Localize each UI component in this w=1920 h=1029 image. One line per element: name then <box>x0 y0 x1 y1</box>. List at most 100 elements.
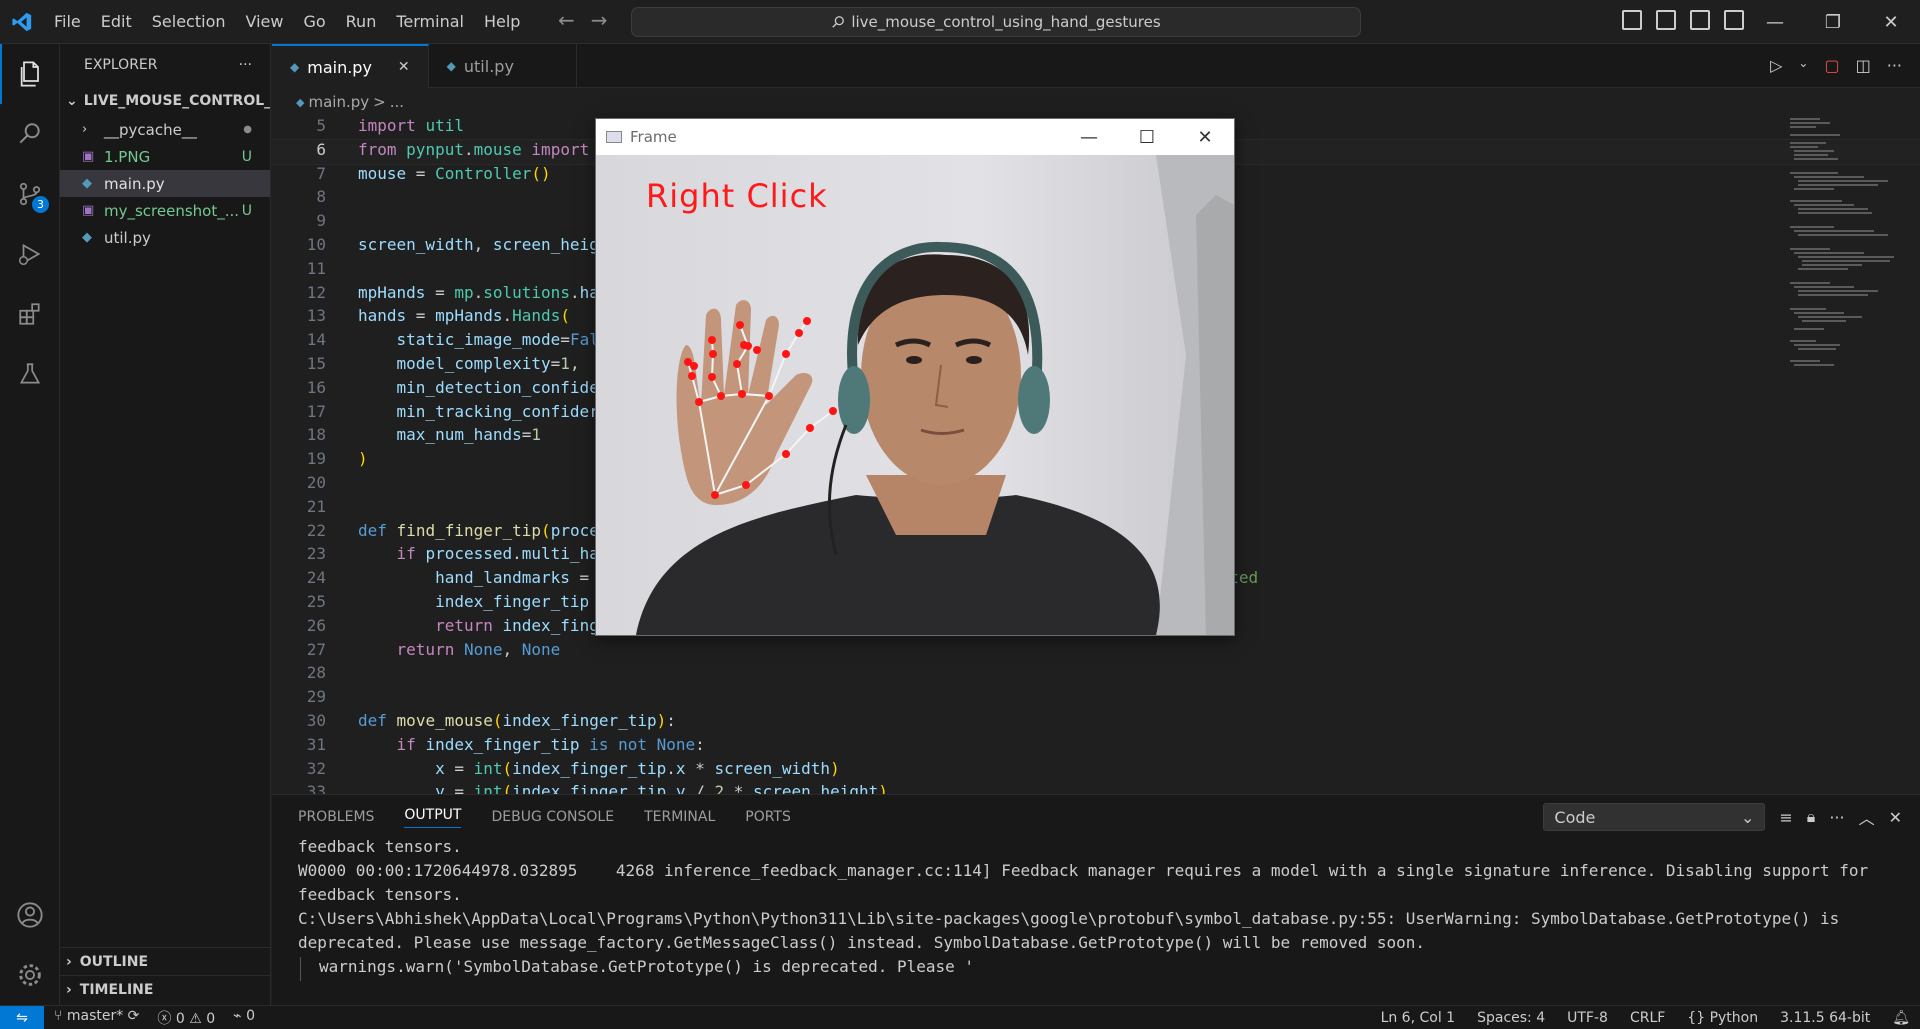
stop-icon[interactable]: ▢ <box>1824 56 1839 75</box>
run-dropdown-chevron-icon[interactable]: ⌄ <box>1798 56 1808 75</box>
output-line: deprecated. Please use message_factory.G… <box>298 933 1426 952</box>
code-line: 28 <box>306 663 326 683</box>
run-debug-icon[interactable] <box>0 224 60 284</box>
ports-indicator[interactable]: ⌁ 0 <box>233 1008 255 1028</box>
python-file-icon: ◆ <box>296 95 305 109</box>
menu-run[interactable]: Run <box>336 0 387 44</box>
menu-edit[interactable]: Edit <box>91 0 142 44</box>
language-mode[interactable]: {} Python <box>1687 1010 1758 1026</box>
customize-layout-icon[interactable] <box>1724 10 1744 30</box>
python-interpreter[interactable]: 3.11.5 64-bit <box>1780 1010 1870 1026</box>
python-file-icon: ◆ <box>290 60 300 74</box>
code-line: 32 x = int(index_finger_tip.x * screen_w… <box>306 758 840 778</box>
notifications-bell-icon[interactable]: 🔔︎ <box>1892 1010 1910 1026</box>
output-line: feedback tensors. <box>298 885 462 904</box>
minimize-icon[interactable]: — <box>1060 119 1118 155</box>
maximize-panel-icon[interactable]: ︿ <box>1859 805 1875 829</box>
file-item-pycache[interactable]: › __pycache__ ● <box>60 116 270 143</box>
file-label: my_screenshot_... <box>104 201 240 220</box>
webcam-video-feed: Right Click <box>596 155 1234 635</box>
more-actions-icon[interactable]: ··· <box>1887 56 1902 75</box>
clear-output-icon[interactable]: ≡ <box>1779 808 1792 827</box>
more-actions-icon[interactable]: ··· <box>239 57 252 73</box>
frame-title-bar[interactable]: Frame — ☐ ✕ <box>596 119 1234 155</box>
close-icon[interactable]: ✕ <box>1176 119 1234 155</box>
explorer-title: EXPLORER <box>84 57 158 73</box>
restore-icon[interactable]: ❐ <box>1804 0 1862 44</box>
problems-indicator[interactable]: ⓧ 0 ⚠ 0 <box>157 1008 215 1028</box>
workspace-folder[interactable]: ⌄ LIVE_MOUSE_CONTROL_U... <box>60 86 270 116</box>
tab-ports[interactable]: PORTS <box>745 809 791 825</box>
output-channel-select[interactable]: Code ⌄ <box>1543 803 1766 831</box>
untracked-badge: U <box>241 148 252 165</box>
account-icon[interactable] <box>0 885 60 945</box>
settings-gear-icon[interactable] <box>0 945 60 1005</box>
close-tab-icon[interactable]: ✕ <box>398 59 410 75</box>
minimap[interactable] <box>1780 116 1906 376</box>
chevron-right-icon: › <box>82 122 88 137</box>
close-icon[interactable]: ✕ <box>1862 0 1920 44</box>
menu-help[interactable]: Help <box>474 0 530 44</box>
output-line: C:\Users\Abhishek\AppData\Local\Programs… <box>298 909 1840 928</box>
testing-icon[interactable] <box>0 344 60 404</box>
forward-arrow-icon[interactable]: → <box>591 8 608 32</box>
tab-problems[interactable]: PROBLEMS <box>298 809 374 825</box>
toggle-panel-icon[interactable] <box>1656 10 1676 30</box>
file-item-1png[interactable]: ▣ 1.PNG U <box>60 143 270 170</box>
search-text: live_mouse_control_using_hand_gestures <box>851 13 1161 31</box>
lock-scroll-icon[interactable]: 🔒︎ <box>1807 807 1816 827</box>
timeline-label: TIMELINE <box>79 981 154 998</box>
source-control-icon[interactable]: 3 <box>0 164 60 224</box>
indentation[interactable]: Spaces: 4 <box>1477 1010 1545 1026</box>
chevron-right-icon: › <box>66 953 72 970</box>
end-of-line[interactable]: CRLF <box>1630 1010 1665 1026</box>
opencv-frame-window[interactable]: Frame — ☐ ✕ Right Click <box>595 118 1235 636</box>
toggle-primary-sidebar-icon[interactable] <box>1622 10 1642 30</box>
warning-count: 0 <box>206 1010 216 1027</box>
more-actions-icon[interactable]: ··· <box>1829 808 1844 827</box>
cursor-position[interactable]: Ln 6, Col 1 <box>1381 1010 1456 1026</box>
code-line: 30 def move_mouse(index_finger_tip): <box>306 710 676 730</box>
tab-label: main.py <box>307 57 372 77</box>
output-log[interactable]: feedback tensors. W0000 00:00:1720644978… <box>298 837 1898 981</box>
menu-selection[interactable]: Selection <box>142 0 236 44</box>
search-icon[interactable] <box>0 104 60 164</box>
menu-file[interactable]: File <box>44 0 91 44</box>
remote-indicator-icon[interactable]: ⇋ <box>0 1005 44 1029</box>
image-file-icon: ▣ <box>82 149 95 164</box>
encoding[interactable]: UTF-8 <box>1567 1010 1608 1026</box>
command-center-search[interactable]: live_mouse_control_using_hand_gestures <box>631 7 1361 37</box>
minimize-icon[interactable]: — <box>1746 0 1804 44</box>
file-label: main.py <box>104 174 165 193</box>
tab-util-py[interactable]: ◆ util.py <box>429 44 577 88</box>
split-editor-icon[interactable]: ◫ <box>1856 56 1871 75</box>
breadcrumb-file[interactable]: main.py <box>308 93 369 111</box>
bottom-panel: PROBLEMS OUTPUT DEBUG CONSOLE TERMINAL P… <box>272 794 1920 1005</box>
file-item-util-py[interactable]: ◆ util.py <box>60 224 270 251</box>
run-python-file-icon[interactable]: ▷ <box>1770 56 1782 75</box>
menu-view[interactable]: View <box>236 0 294 44</box>
timeline-section[interactable]: › TIMELINE <box>60 975 271 1003</box>
file-item-my-screenshot[interactable]: ▣ my_screenshot_... U <box>60 197 270 224</box>
frame-title: Frame <box>630 128 677 146</box>
output-channel-value: Code <box>1554 807 1596 827</box>
extensions-icon[interactable] <box>0 284 60 344</box>
toggle-secondary-sidebar-icon[interactable] <box>1690 10 1710 30</box>
branch-indicator[interactable]: ⑂ master* ⟳ <box>54 1008 139 1028</box>
menu-terminal[interactable]: Terminal <box>386 0 474 44</box>
outline-section[interactable]: › OUTLINE <box>60 947 271 975</box>
file-item-main-py[interactable]: ◆ main.py <box>60 170 270 197</box>
back-arrow-icon[interactable]: ← <box>558 8 575 32</box>
activity-bar: 3 <box>0 44 60 1005</box>
branch-name: master* <box>66 1007 124 1024</box>
maximize-icon[interactable]: ☐ <box>1118 119 1176 155</box>
tab-main-py[interactable]: ◆ main.py ✕ <box>272 44 429 88</box>
explorer-icon[interactable] <box>0 44 60 104</box>
menu-go[interactable]: Go <box>293 0 335 44</box>
tab-debug-console[interactable]: DEBUG CONSOLE <box>491 809 614 825</box>
close-panel-icon[interactable]: ✕ <box>1889 808 1902 827</box>
tab-terminal[interactable]: TERMINAL <box>644 809 715 825</box>
breadcrumb-rest[interactable]: ... <box>390 93 404 111</box>
tab-output[interactable]: OUTPUT <box>404 807 462 828</box>
vscode-window: File Edit Selection View Go Run Terminal… <box>0 0 1920 1029</box>
